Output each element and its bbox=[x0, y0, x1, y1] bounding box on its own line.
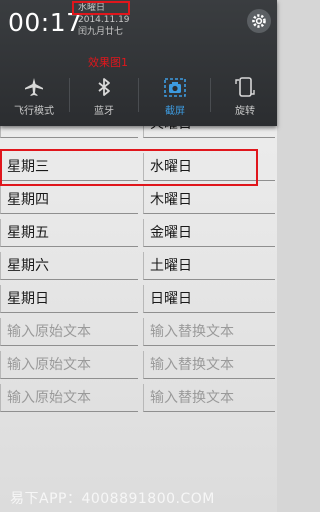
watermark: 易下APP：4008891800.COM bbox=[10, 491, 215, 507]
replacement-input[interactable]: 输入替换文本 bbox=[143, 384, 275, 412]
list-row: 星期五 金曜日 bbox=[0, 217, 277, 250]
list-row: 星期四 木曜日 bbox=[0, 184, 277, 217]
replacement-field[interactable]: 日曜日 bbox=[143, 285, 275, 313]
toggle-label: 蓝牙 bbox=[94, 106, 114, 117]
weekday-highlight-box bbox=[72, 1, 130, 15]
airplane-icon bbox=[25, 78, 43, 96]
original-input[interactable]: 输入原始文本 bbox=[0, 318, 138, 346]
original-input[interactable]: 输入原始文本 bbox=[0, 351, 138, 379]
screenshot-icon bbox=[164, 78, 186, 97]
list-row: 星期六 土曜日 bbox=[0, 250, 277, 283]
replacement-field[interactable]: 土曜日 bbox=[143, 252, 275, 280]
bluetooth-icon bbox=[98, 78, 110, 96]
original-field[interactable]: 星期日 bbox=[0, 285, 138, 313]
toggle-label: 截屏 bbox=[165, 106, 185, 117]
toggle-label: 旋转 bbox=[235, 106, 255, 117]
highlight-box bbox=[0, 149, 258, 186]
toggle-screenshot[interactable]: 截屏 bbox=[145, 72, 205, 118]
list-row: 星期日 日曜日 bbox=[0, 283, 277, 316]
replacement-field[interactable]: 金曜日 bbox=[143, 219, 275, 247]
divider bbox=[210, 78, 211, 112]
replacement-input[interactable]: 输入替换文本 bbox=[143, 318, 275, 346]
replacement-input[interactable]: 输入替换文本 bbox=[143, 351, 275, 379]
list-row: 输入原始文本 输入替换文本 bbox=[0, 349, 277, 382]
replacement-field[interactable]: 木曜日 bbox=[143, 186, 275, 214]
toggle-label: 飞行模式 bbox=[14, 106, 54, 117]
lunar-date-label: 闰九月廿七 bbox=[78, 27, 124, 37]
original-field[interactable]: 星期六 bbox=[0, 252, 138, 280]
list-row: 输入原始文本 输入替换文本 bbox=[0, 316, 277, 349]
divider bbox=[69, 78, 70, 112]
caption-label: 效果图1 bbox=[88, 56, 128, 69]
notification-shade: 00:17 水曜日 2014.11.19 闰九月廿七 效果图1 飞行模式 蓝牙 bbox=[0, 0, 277, 126]
gear-icon bbox=[252, 14, 266, 28]
date-label: 2014.11.19 bbox=[78, 15, 130, 25]
list-row: 输入原始文本 输入替换文本 bbox=[0, 382, 277, 415]
toggle-bluetooth[interactable]: 蓝牙 bbox=[74, 72, 134, 118]
toggle-rotate[interactable]: 旋转 bbox=[215, 72, 275, 118]
settings-button[interactable] bbox=[247, 9, 271, 33]
divider bbox=[138, 78, 139, 112]
original-field[interactable]: 星期四 bbox=[0, 186, 138, 214]
rotate-icon bbox=[235, 77, 255, 97]
toggle-airplane-mode[interactable]: 飞行模式 bbox=[4, 72, 64, 118]
original-field[interactable]: 星期五 bbox=[0, 219, 138, 247]
original-input[interactable]: 输入原始文本 bbox=[0, 384, 138, 412]
